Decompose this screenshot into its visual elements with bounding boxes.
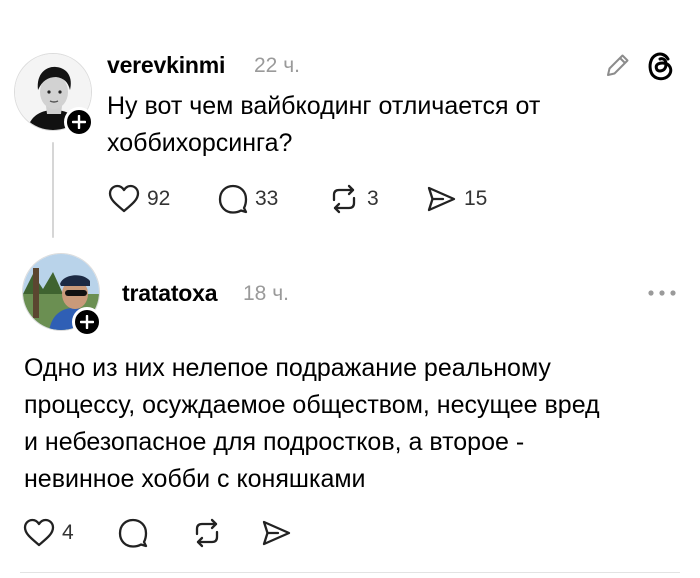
share-button[interactable]: 15 [424, 183, 487, 215]
plus-icon [80, 315, 94, 329]
plus-icon [72, 115, 86, 129]
thread-line [52, 142, 54, 238]
pencil-icon [607, 54, 629, 76]
more-dots-icon [648, 290, 676, 296]
post-text-line: хоббихорсинга? [107, 129, 293, 157]
edit-button[interactable] [603, 50, 633, 85]
comment-count: 33 [255, 187, 279, 210]
post-text-line: невинное хобби с коняшками [24, 465, 366, 493]
post-text-line: Одно из них нелепое подражание реальному [24, 354, 551, 382]
repost-icon [332, 184, 356, 214]
heart-icon [108, 184, 140, 213]
repost-count: 3 [367, 187, 379, 210]
more-options-button[interactable] [646, 286, 678, 304]
like-button[interactable]: 92 [107, 183, 170, 215]
comment-bubble-icon [118, 518, 148, 548]
post-text: Ну вот чем вайбкодинг отличается от хобб… [107, 88, 540, 162]
post-time: 18 ч. [243, 282, 289, 305]
like-count: 92 [147, 187, 171, 210]
username-tratatoxa[interactable]: tratatoxa [122, 280, 218, 307]
repost-icon [195, 518, 219, 548]
comment-button[interactable]: 33 [217, 183, 278, 215]
send-icon [427, 186, 456, 212]
repost-button[interactable] [190, 517, 224, 549]
threads-logo-icon [648, 52, 673, 81]
send-icon [262, 520, 291, 546]
username-verevkinmi[interactable]: verevkinmi [107, 52, 225, 79]
post-time: 22 ч. [254, 54, 300, 77]
follow-button-verevkinmi[interactable] [64, 107, 94, 137]
repost-button[interactable]: 3 [327, 183, 379, 215]
like-count: 4 [62, 521, 74, 544]
post-text-line: Ну вот чем вайбкодинг отличается от [107, 92, 541, 120]
like-button[interactable]: 4 [22, 517, 74, 549]
follow-button-tratatoxa[interactable] [72, 307, 102, 337]
post-text: Одно из них нелепое подражание реальному… [24, 350, 600, 498]
post-text-line: и небезопасное для подростков, а второе … [24, 428, 525, 456]
heart-icon [23, 518, 55, 547]
threads-logo[interactable] [645, 50, 677, 87]
share-count: 15 [464, 187, 488, 210]
post-text-line: процессу, осуждаемое обществом, несущее … [24, 391, 600, 419]
comment-bubble-icon [218, 184, 248, 214]
comment-button[interactable] [117, 517, 149, 549]
post-divider [20, 572, 680, 573]
share-button[interactable] [259, 517, 293, 549]
